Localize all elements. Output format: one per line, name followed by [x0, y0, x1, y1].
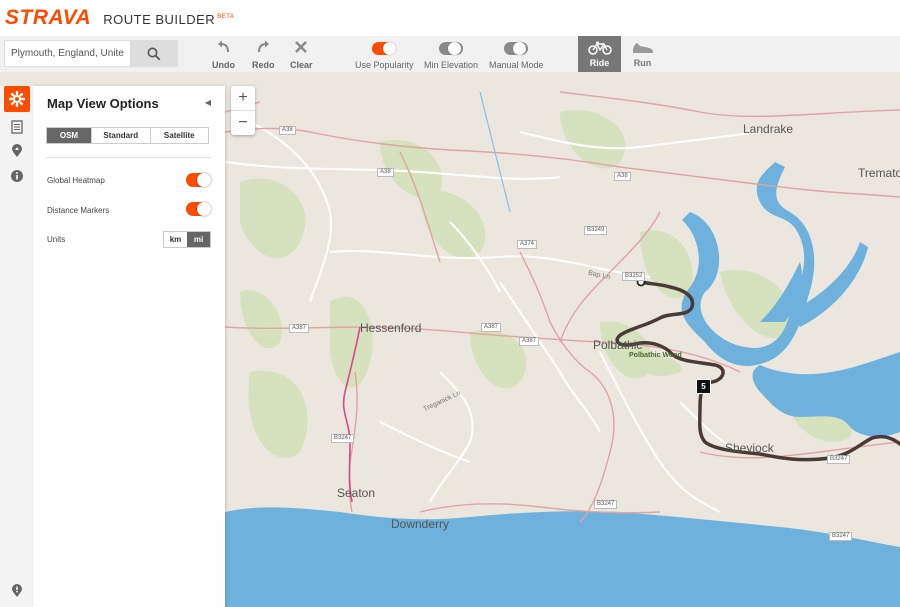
map-options-tab[interactable] [4, 86, 30, 112]
sea [225, 507, 900, 607]
route-details-tab[interactable] [4, 114, 30, 140]
zoom-control: + − [231, 86, 255, 135]
distance-markers-label: Distance Markers [47, 206, 110, 215]
global-heatmap-label: Global Heatmap [47, 176, 105, 185]
undo-label: Undo [212, 60, 235, 70]
place-label: Landrake [743, 122, 794, 136]
map-type-standard[interactable]: Standard [92, 128, 151, 143]
segments-tab[interactable] [4, 138, 30, 164]
zoom-out-button[interactable]: − [231, 111, 255, 135]
redo-label: Redo [252, 60, 275, 70]
map-view-options-panel: Map View Options ◀ OSM Standard Satellit… [33, 86, 225, 607]
use-popularity-switch[interactable] [372, 42, 397, 55]
collapse-panel-button[interactable]: ◀ [205, 98, 211, 107]
product-name: ROUTE BUILDER BETA [103, 11, 235, 27]
min-elevation-toggle[interactable]: Min Elevation [424, 38, 478, 70]
info-tab[interactable] [4, 163, 30, 189]
road-shield: B3247 [331, 434, 355, 443]
manual-mode-switch[interactable] [504, 42, 529, 55]
map-type-selector: OSM Standard Satellite [46, 127, 209, 144]
global-heatmap-toggle[interactable] [186, 173, 211, 187]
minor-roads [224, 121, 761, 513]
road-shield: A38 [377, 168, 394, 177]
redo-icon [258, 40, 270, 53]
road-shield: A387 [481, 323, 502, 332]
search-button[interactable] [130, 40, 178, 67]
place-label: Sheviock [725, 441, 774, 455]
woodland-areas [240, 110, 852, 459]
estuary-water [681, 162, 900, 437]
use-popularity-label: Use Popularity [355, 60, 414, 70]
distance-marker: 5 [696, 379, 711, 394]
side-icon-rail [0, 86, 34, 607]
shoe-icon [632, 42, 653, 53]
road-shield: A38 [279, 126, 296, 135]
units-selector: km mi [163, 231, 211, 248]
divider [46, 157, 211, 158]
road-shield: B3247 [829, 532, 853, 541]
toolbar: Undo Redo Clear Use Popularity Min Eleva… [0, 36, 900, 73]
place-label: Polbathic [593, 338, 643, 352]
map-type-satellite[interactable]: Satellite [151, 128, 209, 143]
place-label: Polbathic Wood [629, 352, 682, 359]
min-elevation-switch[interactable] [439, 42, 464, 55]
run-label: Run [633, 57, 652, 68]
units-km[interactable]: km [164, 232, 187, 247]
manual-mode-toggle[interactable]: Manual Mode [489, 38, 544, 70]
road-shield: B3249 [584, 226, 608, 235]
info-icon [11, 170, 23, 182]
place-label: Seaton [337, 486, 376, 500]
map-type-osm[interactable]: OSM [47, 128, 92, 143]
location-search-input[interactable] [4, 40, 130, 67]
place-label: Hessenford [360, 321, 422, 335]
clear-label: Clear [290, 60, 313, 70]
search-icon [147, 47, 161, 60]
app-header: STRAVA ROUTE BUILDER BETA [0, 0, 900, 36]
ride-mode-button[interactable]: Ride [578, 36, 621, 72]
road-shield: B3247 [594, 500, 618, 509]
strava-logo[interactable]: STRAVA [5, 6, 91, 30]
road-shield: A38 [614, 172, 631, 181]
document-icon [11, 120, 23, 134]
zoom-in-button[interactable]: + [231, 86, 255, 110]
manual-mode-label: Manual Mode [489, 60, 544, 70]
road-shield: B3252 [622, 272, 646, 281]
clear-button[interactable]: Clear [290, 38, 313, 70]
undo-button[interactable]: Undo [212, 38, 235, 70]
feedback-tab[interactable] [4, 578, 30, 604]
road-shield: A387 [519, 337, 540, 346]
units-label: Units [47, 235, 66, 244]
bicycle-icon [587, 41, 612, 55]
close-icon [295, 41, 308, 53]
location-alert-icon [12, 584, 22, 597]
road-shield: A387 [289, 324, 310, 333]
location-search [4, 40, 178, 67]
distance-markers-toggle[interactable] [186, 202, 211, 216]
beta-badge: BETA [217, 14, 235, 21]
min-elevation-label: Min Elevation [424, 60, 479, 70]
map-pin-icon [12, 144, 22, 157]
ride-label: Ride [589, 57, 610, 68]
run-mode-button[interactable]: Run [621, 36, 664, 72]
use-popularity-toggle[interactable]: Use Popularity [355, 38, 414, 70]
panel-title: Map View Options [47, 96, 159, 111]
undo-icon [217, 40, 229, 53]
units-mi[interactable]: mi [187, 232, 210, 247]
redo-button[interactable]: Redo [252, 38, 275, 70]
place-label: Tremato [858, 166, 900, 180]
place-label: Downderry [391, 517, 450, 531]
road-shield: A374 [517, 240, 538, 249]
road-shield: B3247 [827, 455, 851, 464]
gear-icon [9, 91, 25, 107]
